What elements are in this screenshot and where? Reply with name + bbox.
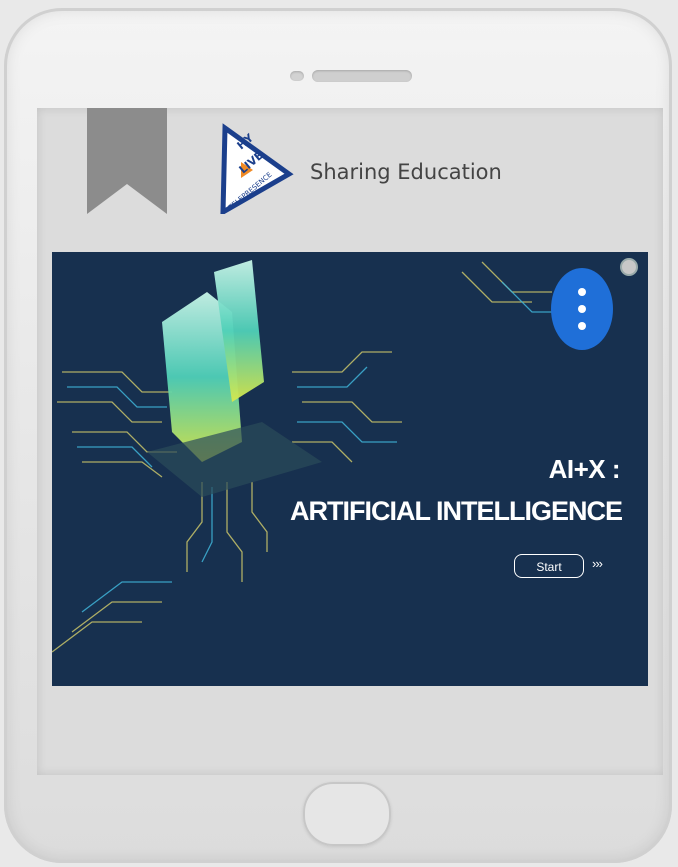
tablet-frame: HY LIVE TELEPRESENCE Sharing Education A… [4,8,672,863]
start-button[interactable]: Start [514,554,584,578]
course-banner[interactable]: AI+X : ARTIFICIAL INTELLIGENCE Start ››› [52,252,648,686]
camera [290,71,304,81]
logo: HY LIVE TELEPRESENCE [220,123,294,214]
screen: HY LIVE TELEPRESENCE Sharing Education A… [37,108,663,775]
dot [578,305,586,313]
speaker [312,70,412,82]
chevrons-icon: ››› [592,556,603,571]
home-button[interactable] [303,782,391,846]
vertical-dots-icon [578,288,586,296]
brand-title: Sharing Education [310,160,502,184]
banner-title-line-2: ARTIFICIAL INTELLIGENCE [290,496,623,526]
banner-title-line-1: AI+X : [548,454,621,484]
dot [578,322,586,330]
chat-icon[interactable] [620,258,638,276]
menu-button[interactable] [551,268,613,350]
bookmark-icon [87,108,167,214]
